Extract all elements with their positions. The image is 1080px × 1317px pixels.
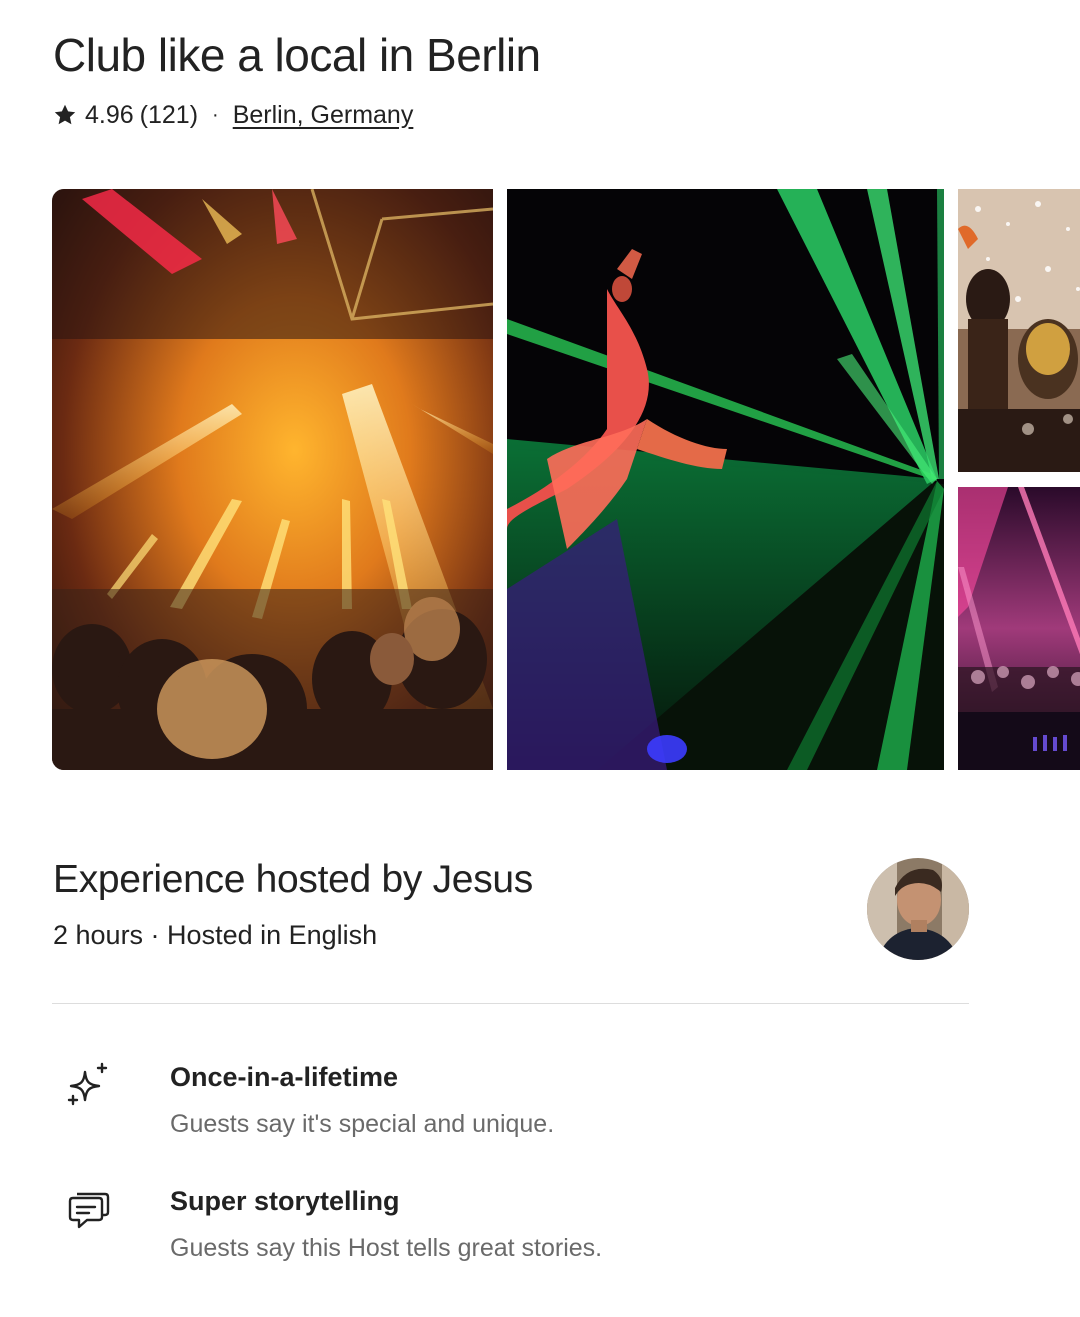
gallery-photo-1[interactable] <box>52 189 493 770</box>
review-count[interactable]: (121) <box>140 101 198 130</box>
listing-meta: 4.96 (121) · Berlin, Germany <box>53 98 413 132</box>
host-heading: Experience hosted by Jesus <box>53 858 533 901</box>
highlight-description: Guests say it's special and unique. <box>170 1110 555 1138</box>
highlight-title: Once-in-a-lifetime <box>170 1062 399 1092</box>
chat-bubbles-icon <box>68 1192 110 1229</box>
experience-details: 2 hours · Hosted in English <box>53 920 378 950</box>
highlight-title: Super storytelling <box>170 1186 400 1216</box>
section-divider <box>52 1003 969 1004</box>
star-icon <box>54 104 76 125</box>
gallery-photo-4[interactable] <box>958 487 1080 770</box>
location-link[interactable]: Berlin, Germany <box>233 101 414 130</box>
host-avatar[interactable] <box>867 858 969 960</box>
gallery-photo-2[interactable] <box>507 189 944 770</box>
page-title: Club like a local in Berlin <box>53 29 541 81</box>
sparkles-icon <box>67 1062 108 1106</box>
meta-separator: · <box>212 103 219 126</box>
rating-value: 4.96 <box>85 100 134 129</box>
gallery-photo-3[interactable] <box>958 189 1080 472</box>
highlight-description: Guests say this Host tells great stories… <box>170 1234 603 1262</box>
